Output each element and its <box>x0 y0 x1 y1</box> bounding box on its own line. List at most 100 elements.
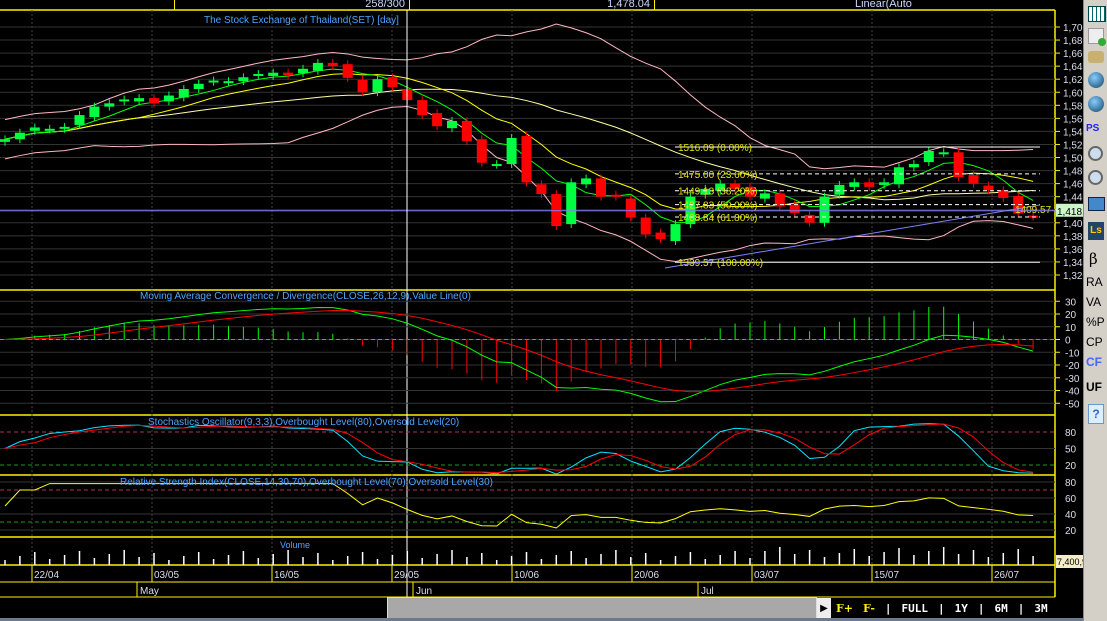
date-label: 22/04 <box>34 570 59 581</box>
scale-mode-select[interactable]: Linear(Auto <box>855 0 914 10</box>
price-tick-label: 1,700 <box>1063 23 1083 34</box>
hand-tool-icon[interactable] <box>1086 48 1107 66</box>
macd-tick-label: 0 <box>1065 336 1071 347</box>
candle-up <box>223 81 234 84</box>
magnify-plus-icon[interactable] <box>1088 146 1103 161</box>
month-label: Jun <box>416 586 432 597</box>
candle-up <box>208 80 219 83</box>
candle-up <box>581 178 592 185</box>
candle-up <box>908 164 919 168</box>
zoom-in-plus-icon[interactable] <box>1088 72 1104 88</box>
candle-down <box>610 194 621 197</box>
period-6m-button[interactable]: 6M <box>995 602 1008 615</box>
uf-button[interactable]: UF <box>1086 378 1107 396</box>
candle-up <box>670 224 681 242</box>
cp-button[interactable]: CP <box>1086 333 1107 351</box>
candle-down <box>283 72 294 76</box>
candle-down <box>596 178 606 197</box>
fibonacci-level-label: 1427.83 (50.00%) <box>678 201 758 212</box>
period-1y-button[interactable]: 1Y <box>955 602 968 615</box>
beta-button[interactable]: β <box>1089 250 1107 268</box>
month-label: Jul <box>701 586 714 597</box>
price-tick-label: 1,560 <box>1063 114 1083 125</box>
window-icon[interactable] <box>1086 194 1107 212</box>
zoom-in-f-button[interactable]: F+ <box>836 602 853 615</box>
period-selector: F+ F- | FULL | 1Y | 6M | 3M <box>836 602 1048 615</box>
price-tick-label: 1,660 <box>1063 49 1083 60</box>
percent-p-button[interactable]: %P <box>1086 313 1107 331</box>
zoom-out-f-button[interactable]: F- <box>863 602 875 615</box>
price-tick-label: 1,520 <box>1063 140 1083 151</box>
ls-button[interactable]: Ls <box>1088 222 1104 240</box>
scroll-right-button[interactable]: ▶ <box>817 598 831 619</box>
fibonacci-level-label: 1475.00 (23.60%) <box>678 170 758 181</box>
candle-down <box>417 100 428 116</box>
candle-up <box>312 62 323 71</box>
help-button[interactable]: ? <box>1088 404 1104 424</box>
ps-dropdown[interactable]: PS <box>1086 120 1107 138</box>
volume-panel-title: Volume <box>280 540 310 550</box>
price-tick-label: 1,340 <box>1063 258 1083 269</box>
macd-tick-label: -20 <box>1065 361 1080 372</box>
candle-up <box>14 132 25 140</box>
candle-down <box>149 98 159 104</box>
price-tick-label: 1,600 <box>1063 88 1083 99</box>
candle-up <box>268 72 279 76</box>
candle-down <box>461 120 472 142</box>
candle-up <box>879 182 890 185</box>
macd-tick-label: -10 <box>1065 348 1080 359</box>
stoch-tick-label: 80 <box>1065 428 1077 439</box>
candle-up <box>923 150 934 163</box>
header-cell-blank <box>0 0 175 10</box>
candle-down <box>789 204 800 213</box>
candle-up <box>447 120 457 129</box>
candle-down <box>327 62 338 67</box>
candle-up <box>506 137 517 165</box>
fibonacci-level-label: 1408.84 (61.80%) <box>678 213 758 224</box>
period-full-button[interactable]: FULL <box>902 602 929 615</box>
candle-up <box>104 103 115 107</box>
candle-up <box>938 152 949 155</box>
price-tick-label: 1,640 <box>1063 62 1083 73</box>
rsi-tick-label: 60 <box>1065 494 1077 505</box>
stock-chart[interactable]: 1,700 1,680 1,660 1,640 1,620 1,600 1,580 1,560… <box>0 0 1083 621</box>
candle-up <box>566 182 577 225</box>
zoom-out-minus-icon[interactable] <box>1088 96 1104 112</box>
price-tick-label: 1,460 <box>1063 180 1083 191</box>
candle-up <box>119 99 130 102</box>
macd-tick-label: 10 <box>1065 323 1077 334</box>
candle-down <box>357 79 368 93</box>
candle-down <box>640 217 651 235</box>
macd-tick-label: -30 <box>1065 374 1080 385</box>
date-label: 29/05 <box>394 570 419 581</box>
magnify-minus-icon[interactable] <box>1088 170 1103 185</box>
price-tick-label: 1,680 <box>1063 36 1083 47</box>
price-tick-label: 1,360 <box>1063 245 1083 256</box>
calendar-icon[interactable] <box>1086 4 1107 22</box>
stoch-tick-label: 20 <box>1065 461 1077 472</box>
candle-up <box>834 184 845 195</box>
header-count: 258/300 <box>175 0 410 10</box>
rsi-panel-title: Relative Strength Index(CLOSE,14,30,70),… <box>120 477 493 488</box>
candle-down <box>983 185 994 191</box>
candle-down <box>432 113 443 127</box>
candle-down <box>521 135 532 183</box>
crosshair-price-label: 1,418.4 <box>1057 207 1083 218</box>
ra-button[interactable]: RA <box>1086 273 1107 291</box>
cf-button[interactable]: CF <box>1086 353 1107 371</box>
candle-up <box>59 126 70 129</box>
candle-up <box>178 88 189 98</box>
price-tick-label: 1,580 <box>1063 101 1083 112</box>
price-tick-label: 1,440 <box>1063 193 1083 204</box>
price-tick-label: 1,400 <box>1063 219 1083 230</box>
add-chart-icon[interactable] <box>1086 26 1107 46</box>
candle-up <box>849 182 860 187</box>
candle-up <box>238 77 249 82</box>
va-button[interactable]: VA <box>1086 293 1107 311</box>
macd-signal-line <box>4 309 1034 393</box>
period-3m-button[interactable]: 3M <box>1034 602 1047 615</box>
candle-up <box>819 196 830 223</box>
macd-tick-label: -50 <box>1065 399 1080 410</box>
candle-up <box>134 98 145 102</box>
macd-tick-label: -40 <box>1065 387 1080 398</box>
